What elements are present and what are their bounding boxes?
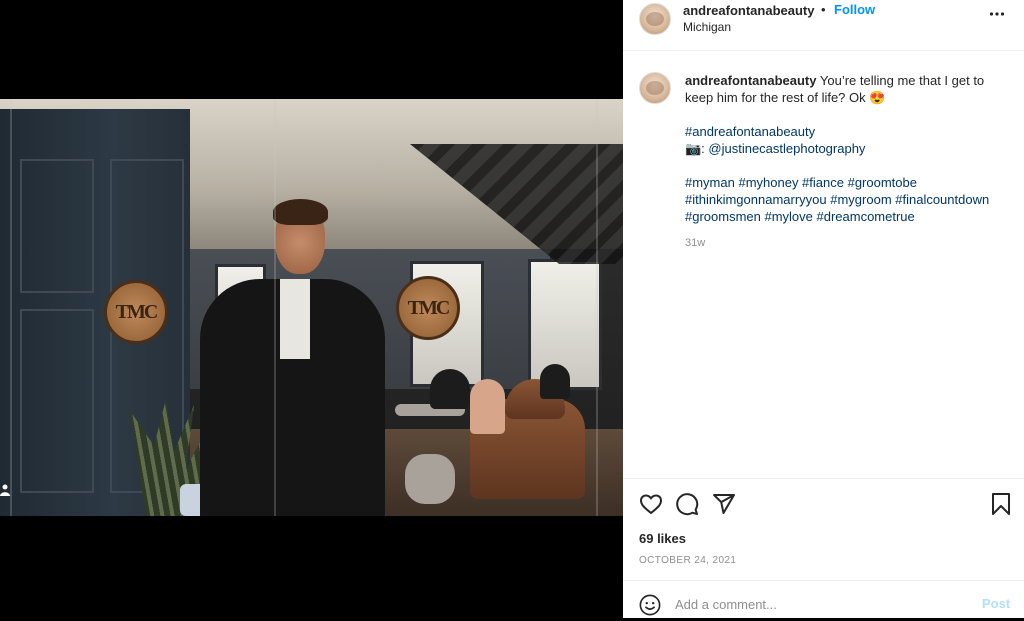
more-options-icon[interactable] [989,6,1005,27]
photo-logo-right: TMC [396,276,460,340]
photo-door-panel [20,309,94,493]
photo-ottoman [405,454,455,504]
bookmark-icon[interactable] [989,492,1013,516]
likes-count[interactable]: 69 likes [639,531,686,546]
caption-timestamp[interactable]: 31w [685,237,705,249]
paper-plane-icon[interactable] [712,492,736,516]
post-media[interactable]: TMC TMC [0,0,623,618]
photo-glass-edge [274,99,276,516]
photo-guest [430,369,470,409]
post-location[interactable]: Michigan [683,20,731,34]
add-comment-input[interactable] [675,593,965,615]
photo-guest [540,364,570,399]
photo-glass-edge [10,99,12,516]
post-details-panel: andreafontanabeauty • Follow Michigan an… [623,0,1024,618]
author-username[interactable]: andreafontanabeauty [683,3,814,18]
photo-groom-shirt [280,279,310,359]
photo-guest [470,379,505,434]
post-date[interactable]: OCTOBER 24, 2021 [639,555,736,566]
caption-photo-credit[interactable]: 📷: @justinecastlephotography [685,141,865,156]
post-comment-button[interactable]: Post [982,596,1010,611]
post-header: andreafontanabeauty • Follow Michigan [623,0,1024,51]
photo-groom-hair [273,199,328,225]
header-separator: • [821,2,826,17]
comment-bar: Post [623,580,1024,619]
photo-door-panel [20,159,94,293]
photo-logo-left: TMC [104,280,168,344]
heart-icon[interactable] [639,492,663,516]
author-avatar[interactable] [639,3,671,35]
follow-button[interactable]: Follow [834,2,875,17]
caption-main: andreafontanabeauty You’re telling me th… [685,72,1005,106]
caption-hashtag[interactable]: #andreafontanabeauty [685,124,815,139]
post-photo[interactable]: TMC TMC [0,99,623,516]
comment-bubble-icon[interactable] [675,492,699,516]
tagged-user-icon[interactable] [0,484,10,496]
caption-hashtags[interactable]: #myman #myhoney #fiance #groomtobe #ithi… [685,174,1005,225]
smiley-icon[interactable] [639,594,661,616]
caption-author-avatar[interactable] [639,72,671,104]
post-actions-bar [623,478,1024,529]
caption-username[interactable]: andreafontanabeauty [685,73,816,88]
caption: andreafontanabeauty You’re telling me th… [685,72,1005,225]
photo-glass-edge [596,99,598,516]
caption-hashtag-line: #andreafontanabeauty 📷: @justinecastleph… [685,123,1005,157]
